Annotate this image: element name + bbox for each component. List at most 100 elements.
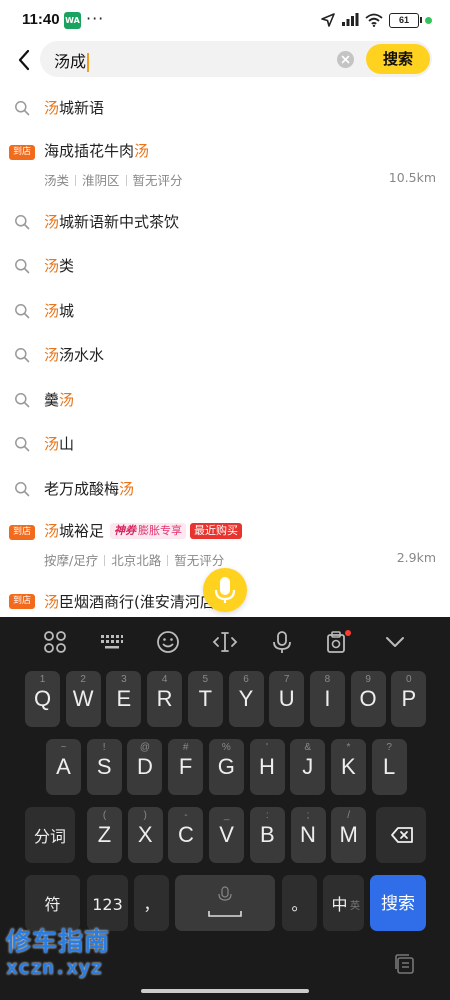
- key-secondary-label: ;: [306, 810, 310, 821]
- comma-key[interactable]: ，: [134, 875, 169, 931]
- matched-text: 汤: [44, 301, 60, 320]
- key-secondary-label: 2: [80, 674, 86, 685]
- key-y[interactable]: 6Y: [228, 671, 264, 727]
- key-c[interactable]: -C: [168, 807, 204, 863]
- key-u[interactable]: 7U: [269, 671, 305, 727]
- key-b[interactable]: :B: [249, 807, 285, 863]
- watermark: 修车指南 xczn.xyz: [6, 928, 126, 979]
- number-key[interactable]: 123: [87, 875, 128, 931]
- key-v[interactable]: _ V: [209, 807, 245, 863]
- search-suggestion-item[interactable]: 汤类: [0, 244, 450, 289]
- key-label: M: [339, 822, 358, 847]
- key-label: C: [177, 822, 194, 847]
- suggestion-text: 汤城: [44, 300, 74, 321]
- key-d[interactable]: @ D: [127, 739, 163, 795]
- key-label: T: [198, 686, 213, 711]
- shop-meta-item: 按摩/足疗: [44, 553, 99, 568]
- clipboard-icon[interactable]: [393, 952, 417, 976]
- store-badge: 到店: [9, 594, 35, 609]
- cursor-move-icon[interactable]: [212, 629, 238, 655]
- key-label: O: [359, 686, 377, 711]
- search-suggestion-item[interactable]: 老万成酸梅汤: [0, 467, 450, 512]
- matched-text: 汤: [44, 522, 60, 540]
- suggestion-text-part: 臣烟酒商行(淮安清河: [59, 593, 200, 611]
- voice-keyboard-icon[interactable]: [269, 629, 295, 655]
- search-enter-key[interactable]: 搜索: [370, 875, 426, 931]
- clipboard-skin-icon[interactable]: [325, 629, 351, 655]
- search-suggestion-item[interactable]: 汤城新语: [0, 86, 450, 131]
- search-suggestion-item[interactable]: 羹汤: [0, 378, 450, 423]
- key-secondary-label: :: [265, 810, 269, 821]
- store-badge: 到店: [9, 144, 35, 160]
- key-i[interactable]: 8I: [309, 671, 345, 727]
- key-f[interactable]: # F: [168, 739, 204, 795]
- symbols-key[interactable]: 符: [25, 875, 80, 931]
- promo-tag-prefix: 神券: [114, 524, 137, 537]
- search-input[interactable]: 汤成: [54, 48, 89, 72]
- key-e[interactable]: 3E: [106, 671, 142, 727]
- shop-suggestion-item[interactable]: 到店 海成插花牛肉汤 汤类 淮阴区 暂无评分 10.5km: [0, 131, 450, 200]
- key-p[interactable]: 0P: [391, 671, 427, 727]
- key-secondary-label: *: [346, 742, 351, 753]
- segment-key[interactable]: 分词: [25, 807, 75, 863]
- period-key[interactable]: 。: [282, 875, 317, 931]
- search-icon: [14, 392, 30, 408]
- key-label: V: [219, 822, 234, 847]
- key-x[interactable]: ) X: [127, 807, 163, 863]
- suggestion-text: 汤城新语新中式茶饮: [44, 211, 179, 232]
- backspace-key[interactable]: [376, 807, 426, 863]
- matched-text: 汤: [44, 257, 60, 275]
- back-arrow-icon[interactable]: [12, 46, 38, 74]
- key-m[interactable]: / M: [331, 807, 367, 863]
- wifi-icon: [365, 13, 383, 27]
- key-z[interactable]: (Z: [87, 807, 122, 863]
- key-label: I: [324, 686, 331, 711]
- key-t[interactable]: 5T: [187, 671, 223, 727]
- key-label: F: [178, 754, 193, 779]
- search-button[interactable]: 搜索: [366, 44, 430, 74]
- status-bar: 11:40 WA ··· 61: [0, 0, 450, 40]
- key-r[interactable]: 4R: [147, 671, 183, 727]
- key-h[interactable]: ' H: [249, 739, 285, 795]
- shop-meta: 按摩/足疗 北京北路 暂无评分: [44, 550, 224, 569]
- suggestion-text: 汤城新语: [44, 97, 104, 118]
- space-key[interactable]: [175, 875, 275, 931]
- key-o[interactable]: 9O: [350, 671, 386, 727]
- keyboard-toolbar: [0, 617, 450, 667]
- key-l[interactable]: ? L: [371, 739, 407, 795]
- key-label: 符: [44, 895, 61, 914]
- voice-input-button[interactable]: [203, 568, 247, 612]
- collapse-keyboard-icon[interactable]: [382, 629, 408, 655]
- home-indicator[interactable]: [141, 989, 309, 993]
- shop-meta-item: 汤类: [44, 172, 70, 188]
- key-n[interactable]: ; N: [290, 807, 326, 863]
- language-switch-key[interactable]: 中英: [323, 875, 364, 931]
- clear-icon[interactable]: [337, 51, 354, 68]
- key-w[interactable]: 2W: [65, 671, 101, 727]
- key-label: P: [401, 686, 417, 711]
- suggestion-text-part: 汤水水: [59, 346, 105, 364]
- suggestion-text-part: 羹: [44, 390, 60, 409]
- emoji-icon[interactable]: [155, 629, 181, 655]
- key-s[interactable]: ! S: [86, 739, 122, 795]
- key-secondary-label: 4: [161, 674, 168, 685]
- keyboard-layout-icon[interactable]: [99, 629, 125, 655]
- promo-tag-label: 膨胀专享: [138, 524, 183, 537]
- key-label: 123: [92, 895, 123, 914]
- key-secondary-label: -: [184, 810, 188, 821]
- grid-menu-icon[interactable]: [42, 629, 68, 655]
- shop-meta-item: 暂无评分: [174, 553, 225, 568]
- search-icon: [14, 303, 30, 319]
- key-q[interactable]: 1Q: [25, 671, 60, 727]
- search-suggestion-item[interactable]: 汤城: [0, 289, 450, 334]
- suggestion-text: 汤山: [44, 433, 74, 454]
- key-g[interactable]: % G: [208, 739, 244, 795]
- search-box[interactable]: 汤成 搜索: [40, 41, 432, 77]
- key-secondary-label: !: [102, 742, 106, 753]
- search-suggestion-item[interactable]: 汤汤水水: [0, 333, 450, 378]
- search-suggestion-item[interactable]: 汤山: [0, 422, 450, 467]
- key-a[interactable]: ~ A: [46, 739, 81, 795]
- key-j[interactable]: & J: [290, 739, 326, 795]
- search-suggestion-item[interactable]: 汤城新语新中式茶饮: [0, 200, 450, 245]
- key-k[interactable]: * K: [330, 739, 366, 795]
